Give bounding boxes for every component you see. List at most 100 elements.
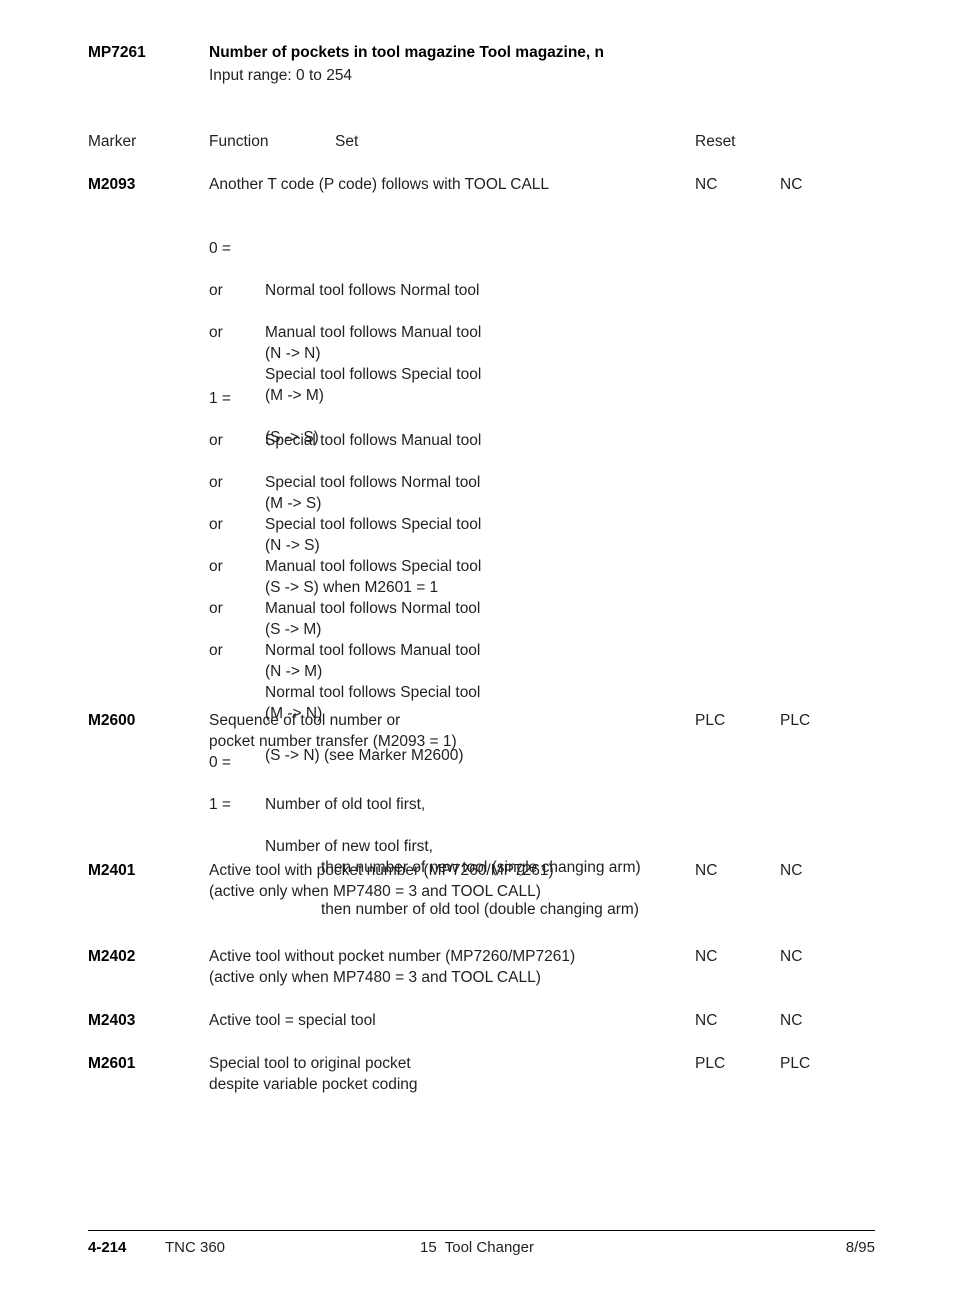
- marker-function-m2402: Active tool without pocket number (MP726…: [209, 946, 679, 988]
- option-key: or: [209, 324, 223, 341]
- marker-set-value: PLC: [695, 712, 726, 729]
- marker-set-m2403: NC: [695, 1010, 775, 1031]
- column-header-reset-label: Reset: [695, 133, 736, 150]
- marker-function-m2093: Another T code (P code) follows with TOO…: [209, 174, 679, 195]
- parameter-code: MP7261: [88, 42, 206, 63]
- manual-page: MP7261 Number of pockets in tool magazin…: [0, 0, 954, 1294]
- option-row: 1 = Number of new tool first, then numbe…: [0, 794, 954, 918]
- marker-label: M2093: [88, 176, 136, 193]
- marker-set-m2601: PLC: [695, 1053, 775, 1074]
- column-header-reset: Reset: [695, 131, 775, 152]
- option-description-line: Normal tool follows Special tool: [265, 684, 481, 701]
- option-row: or Manual tool follows Manual tool (M ->…: [0, 280, 954, 404]
- option-key: 0 =: [209, 240, 231, 257]
- marker-function-line-2: (active only when MP7480 = 3 and TOOL CA…: [209, 969, 541, 986]
- marker-function-line-1: Special tool to original pocket: [209, 1055, 411, 1072]
- marker-label: M2601: [88, 1055, 136, 1072]
- option-key: or: [209, 474, 223, 491]
- option-row: or Special tool follows Special tool (S …: [0, 472, 954, 596]
- option-row: or Special tool follows Special tool (S …: [0, 322, 954, 446]
- marker-set-m2401: NC: [695, 860, 775, 881]
- option-group-m2600: 0 = Number of old tool first, then numbe…: [0, 752, 954, 918]
- marker-function-m2600: Sequence of tool number or pocket number…: [209, 710, 679, 752]
- marker-set-value: NC: [695, 1012, 718, 1029]
- marker-label: M2401: [88, 862, 136, 879]
- parameter-title: Number of pockets in tool magazine Tool …: [209, 44, 605, 61]
- marker-reset-value: NC: [780, 862, 803, 879]
- column-header-set-label: Set: [335, 133, 359, 150]
- marker-reset-value: NC: [780, 948, 803, 965]
- marker-function-line-1: Active tool = special tool: [209, 1012, 376, 1029]
- marker-reset-m2601: PLC: [780, 1053, 870, 1074]
- marker-reset-m2401: NC: [780, 860, 870, 881]
- marker-label: M2402: [88, 948, 136, 965]
- marker-set-value: NC: [695, 862, 718, 879]
- option-key: or: [209, 642, 223, 659]
- marker-set-value: NC: [695, 176, 718, 193]
- marker-function-line-2: (active only when MP7480 = 3 and TOOL CA…: [209, 883, 541, 900]
- option-description-line: Number of new tool first,: [265, 838, 433, 855]
- marker-set-m2402: NC: [695, 946, 775, 967]
- option-key: or: [209, 516, 223, 533]
- option-group-one: 1 = Special tool follows Manual tool (M …: [0, 388, 954, 764]
- column-header-marker-label: Marker: [88, 133, 137, 150]
- marker-name-m2402: M2402: [88, 946, 206, 967]
- column-header-set: Set: [335, 131, 358, 152]
- option-key: 1 =: [209, 390, 231, 407]
- option-group-zero: 0 = Normal tool follows Normal tool (N -…: [0, 238, 954, 446]
- marker-reset-value: PLC: [780, 1055, 811, 1072]
- option-key: or: [209, 432, 223, 449]
- marker-function-line-1: Active tool without pocket number (MP726…: [209, 948, 576, 965]
- marker-function-m2403: Active tool = special tool: [209, 1010, 679, 1031]
- option-row: or Special tool follows Normal tool (N -…: [0, 430, 954, 554]
- marker-name-m2403: M2403: [88, 1010, 206, 1031]
- option-row: or Manual tool follows Special tool (S -…: [0, 514, 954, 638]
- marker-function-line-2: pocket number transfer (M2093 = 1): [209, 733, 457, 750]
- column-header-function: Function: [209, 131, 679, 152]
- marker-reset-m2402: NC: [780, 946, 870, 967]
- option-row: or Normal tool follows Special tool (S -…: [0, 640, 954, 764]
- marker-reset-value: NC: [780, 176, 803, 193]
- option-key: or: [209, 282, 223, 299]
- marker-function-line-2: despite variable pocket coding: [209, 1076, 418, 1093]
- marker-function-line-1: Sequence of tool number or: [209, 712, 401, 729]
- marker-label: M2403: [88, 1012, 136, 1029]
- option-row: or Manual tool follows Normal tool (N ->…: [0, 556, 954, 680]
- option-continuation-line: then number of old tool (double changing…: [321, 901, 639, 918]
- option-key: or: [209, 558, 223, 575]
- marker-name-m2600: M2600: [88, 710, 206, 731]
- marker-name-m2093: M2093: [88, 174, 206, 195]
- marker-set-m2600: PLC: [695, 710, 775, 731]
- marker-set-value: NC: [695, 948, 718, 965]
- parameter-input-range: Input range: 0 to 254: [209, 67, 353, 84]
- parameter-description: Number of pockets in tool magazine Tool …: [209, 42, 829, 86]
- marker-function-m2401: Active tool with pocket number (MP7260/M…: [209, 860, 679, 902]
- marker-function-line-1: Active tool with pocket number (MP7260/M…: [209, 862, 554, 879]
- marker-name-m2601: M2601: [88, 1053, 206, 1074]
- page-footer: 4-214 TNC 360 15 Tool Changer 8/95: [0, 1238, 954, 1262]
- marker-reset-value: PLC: [780, 712, 811, 729]
- option-key: or: [209, 600, 223, 617]
- marker-reset-m2600: PLC: [780, 710, 870, 731]
- marker-function-m2601: Special tool to original pocket despite …: [209, 1053, 679, 1095]
- option-description-line: Special tool follows Special tool: [265, 366, 482, 383]
- footer-divider: [88, 1230, 875, 1231]
- marker-reset-m2403: NC: [780, 1010, 870, 1031]
- option-row: 0 = Number of old tool first, then numbe…: [0, 752, 954, 876]
- option-row: 0 = Normal tool follows Normal tool (N -…: [0, 238, 954, 362]
- marker-set-m2093: NC: [695, 174, 775, 195]
- marker-reset-value: NC: [780, 1012, 803, 1029]
- option-key: 0 =: [209, 754, 231, 771]
- option-row: or Normal tool follows Manual tool (M ->…: [0, 598, 954, 722]
- marker-label: M2600: [88, 712, 136, 729]
- option-key: 1 =: [209, 796, 231, 813]
- option-row: 1 = Special tool follows Manual tool (M …: [0, 388, 954, 512]
- marker-reset-m2093: NC: [780, 174, 870, 195]
- marker-name-m2401: M2401: [88, 860, 206, 881]
- marker-function-text: Another T code (P code) follows with TOO…: [209, 176, 550, 193]
- marker-set-value: PLC: [695, 1055, 726, 1072]
- column-header-marker: Marker: [88, 131, 206, 152]
- footer-date: 8/95: [845, 1239, 875, 1256]
- column-header-function-label: Function: [209, 133, 269, 150]
- parameter-code-text: MP7261: [88, 44, 146, 61]
